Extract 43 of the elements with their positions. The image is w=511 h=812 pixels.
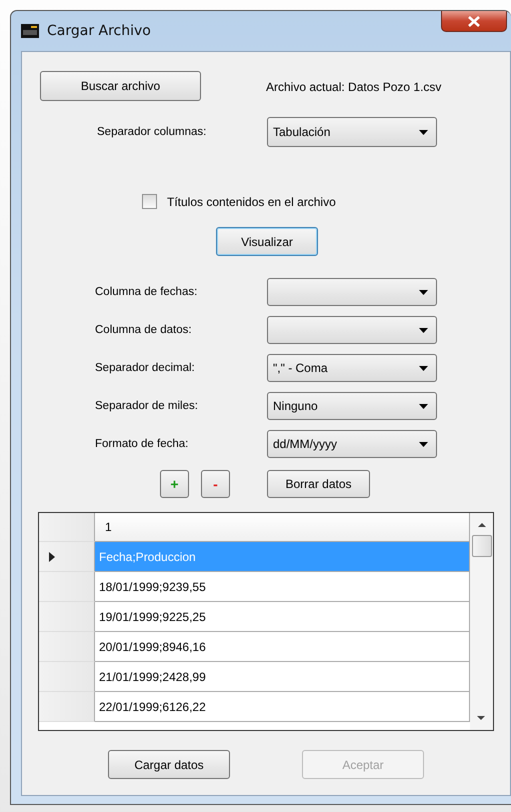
field-label: Columna de datos: — [94, 324, 193, 336]
remove-button[interactable]: - — [201, 470, 230, 498]
field-label: Separador decimal: — [94, 362, 196, 374]
dropdown[interactable]: Tabulación — [267, 117, 437, 147]
row-header[interactable] — [39, 542, 95, 572]
current-file-label: Archivo actual: Datos Pozo 1.csv — [266, 80, 442, 94]
dropdown[interactable]: "," - Coma — [267, 354, 437, 382]
close-button[interactable] — [441, 11, 507, 32]
table-cell[interactable]: 22/01/1999;6126,22 — [95, 692, 470, 722]
table-cell[interactable]: 20/01/1999;8946,16 — [95, 632, 470, 662]
table-cell[interactable]: 18/01/1999;9239,55 — [95, 572, 470, 602]
clear-button[interactable]: Borrar datos — [267, 470, 370, 498]
field-label: Formato de fecha: — [94, 438, 190, 450]
close-icon — [468, 16, 480, 26]
load-button[interactable]: Cargar datos — [108, 750, 230, 779]
column-header[interactable]: 1 — [95, 513, 470, 542]
caret-icon — [419, 290, 428, 294]
caret-icon — [419, 442, 428, 446]
dropdown[interactable]: Ninguno — [267, 392, 437, 420]
caret-icon — [419, 366, 428, 370]
checkbox[interactable] — [142, 194, 157, 209]
caret-icon — [419, 130, 428, 134]
checkbox-label: Títulos contenidos en el archivo — [167, 194, 336, 208]
dropdown[interactable]: dd/MM/yyyy — [267, 430, 437, 458]
row-header — [39, 513, 95, 542]
field-label: Separador columnas: — [96, 126, 208, 138]
dropdown[interactable] — [267, 278, 437, 306]
preview-button[interactable]: Visualizar — [216, 227, 318, 256]
table-cell[interactable]: 19/01/1999;9225,25 — [95, 602, 470, 632]
window-title: Cargar Archivo — [47, 23, 151, 39]
current-row-icon — [49, 552, 55, 562]
dropdown[interactable] — [267, 316, 437, 344]
scroll-up-icon — [478, 523, 486, 527]
caret-icon — [419, 404, 428, 408]
scrollbar-thumb[interactable] — [472, 535, 492, 557]
field-label: Separador de miles: — [94, 400, 199, 412]
table-cell[interactable]: 21/01/1999;2428,99 — [95, 662, 470, 692]
caret-icon — [419, 328, 428, 332]
scrollbar[interactable] — [470, 513, 493, 730]
browse-button[interactable]: Buscar archivo — [40, 71, 201, 101]
scroll-down-icon — [477, 716, 485, 720]
field-label: Columna de fechas: — [94, 286, 198, 298]
app-icon — [21, 24, 39, 38]
